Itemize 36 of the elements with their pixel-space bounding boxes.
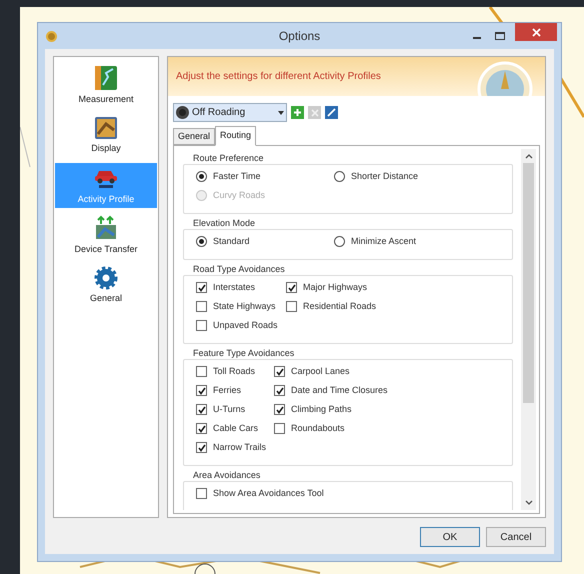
checkbox-label: Cable Cars xyxy=(213,422,258,435)
radio-label: Standard xyxy=(213,234,250,248)
dialog-button[interactable]: Cancel xyxy=(486,527,546,547)
radio-label: Faster Time xyxy=(213,170,261,183)
checkbox-label: Climbing Paths xyxy=(291,402,352,416)
checkbox-label: Ferries xyxy=(213,384,242,397)
section-title: Feature Type Avoidances xyxy=(193,347,296,359)
checkbox-label: U-Turns xyxy=(213,402,246,416)
window-title: Options xyxy=(278,28,320,45)
checkbox-label: Date and Time Closures xyxy=(291,384,388,397)
checkbox-label: Show Area Avoidances Tool xyxy=(213,486,324,500)
radio-label: Shorter Distance xyxy=(351,170,418,183)
checkbox-label: Toll Roads xyxy=(213,364,256,378)
checkbox-label: Roundabouts xyxy=(291,422,345,435)
checkbox-label: State Highways xyxy=(213,300,276,313)
section-title: Route Preference xyxy=(193,152,265,164)
section-title: Area Avoidances xyxy=(193,469,262,481)
sidebar-item[interactable]: General xyxy=(55,263,157,308)
banner-text: Adjust the settings for different Activity Profiles xyxy=(176,70,381,84)
dialog-button[interactable]: OK xyxy=(420,527,480,547)
section-title: Road Type Avoidances xyxy=(193,263,286,275)
sidebar-item[interactable]: Device Transfer xyxy=(55,213,157,258)
sidebar-item[interactable]: Measurement xyxy=(55,63,157,108)
profile-dropdown[interactable]: Off Roading xyxy=(173,103,287,122)
tab[interactable]: Routing xyxy=(215,126,256,146)
checkbox-label: Major Highways xyxy=(303,280,368,294)
checkbox-label: Unpaved Roads xyxy=(213,318,278,332)
checkbox-label: Narrow Trails xyxy=(213,440,266,454)
checkbox-label: Interstates xyxy=(213,280,256,294)
radio-label: Curvy Roads xyxy=(213,188,266,202)
section-title: Elevation Mode xyxy=(193,217,256,229)
tab[interactable]: General xyxy=(173,128,216,145)
sidebar-item[interactable]: Display xyxy=(55,113,157,158)
checkbox-label: Carpool Lanes xyxy=(291,364,350,378)
radio-label: Minimize Ascent xyxy=(351,234,416,248)
checkbox-label: Residential Roads xyxy=(303,300,376,313)
